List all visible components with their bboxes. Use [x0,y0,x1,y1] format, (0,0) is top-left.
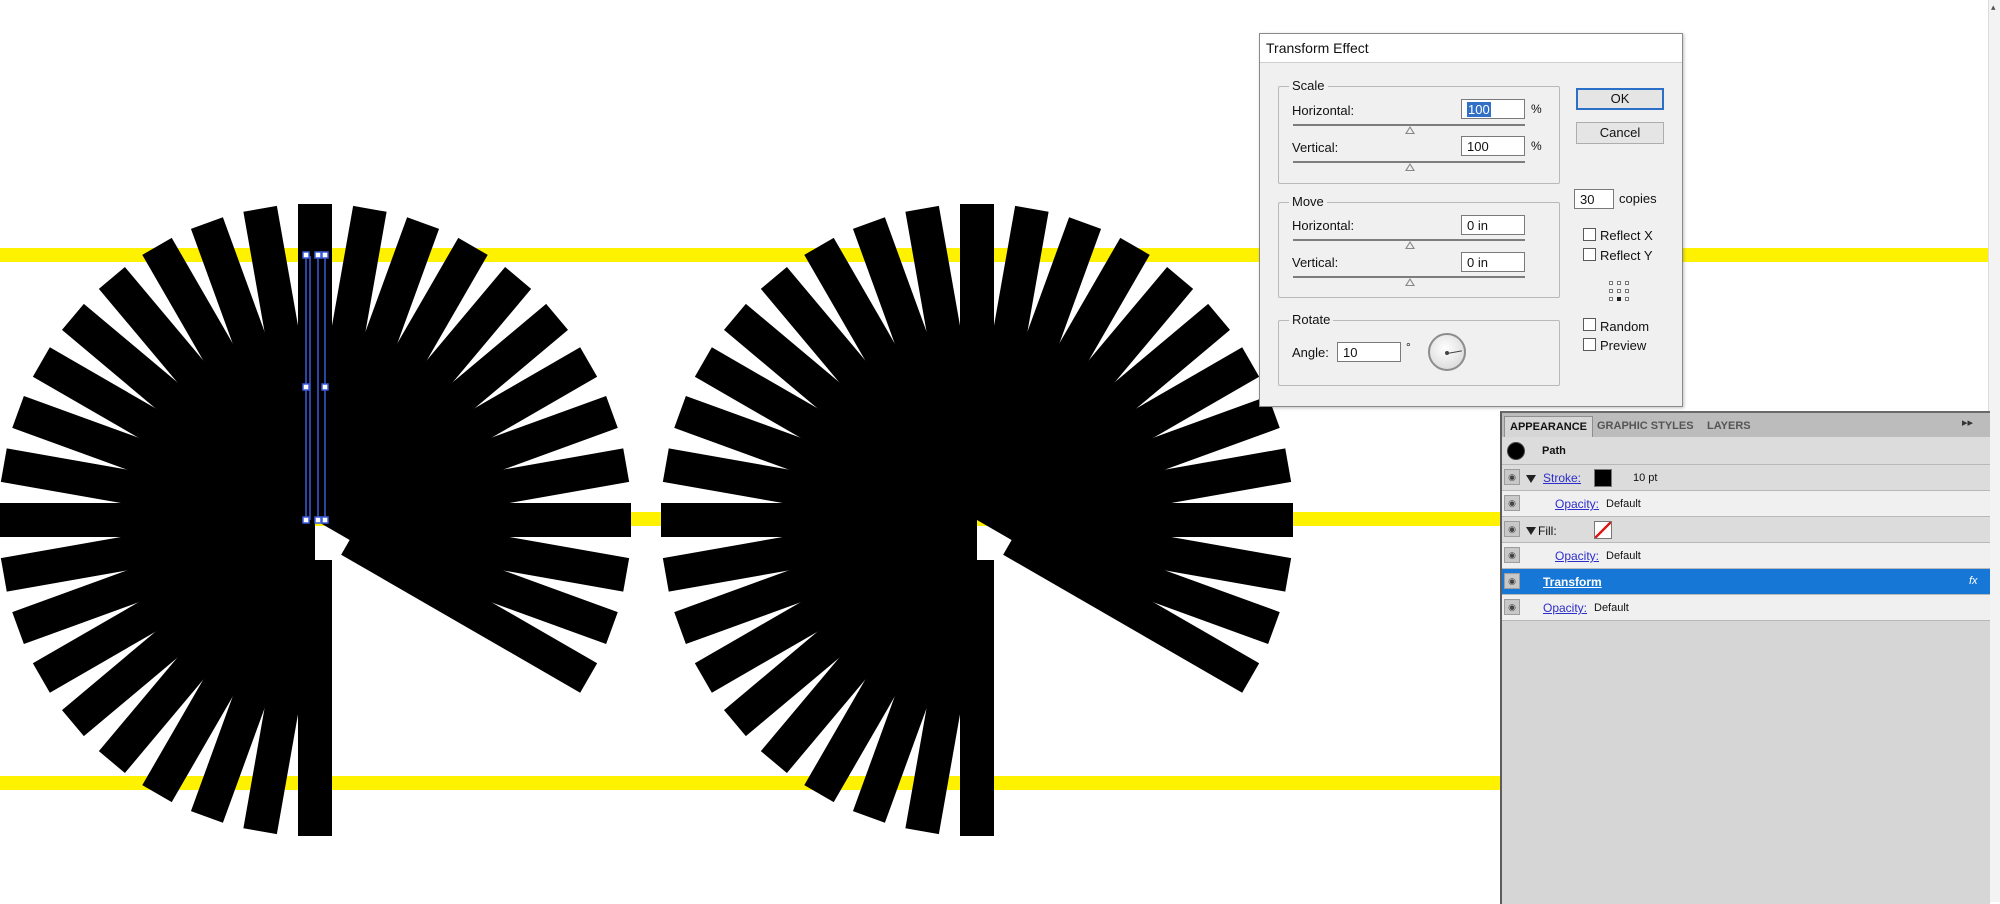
random-label[interactable]: Random [1600,319,1649,334]
tab-graphic-styles[interactable]: GRAPHIC STYLES [1592,416,1699,436]
fill-none-swatch-icon[interactable] [1594,521,1612,539]
scale-vertical-label: Vertical: [1292,140,1339,155]
scale-vertical-slider-thumb[interactable] [1405,163,1415,171]
preview-rays-shape[interactable] [661,204,1293,836]
random-checkbox[interactable] [1583,318,1596,331]
reflect-x-label[interactable]: Reflect X [1600,228,1653,243]
scale-horizontal-slider-thumb[interactable] [1405,126,1415,134]
move-group: Move Horizontal: 0 in Vertical: 0 in [1278,194,1560,298]
stroke-opacity-visibility-eye-icon[interactable]: ◉ [1504,495,1520,511]
rotate-legend: Rotate [1289,312,1334,327]
scroll-up-icon[interactable]: ▴ [1991,2,1996,13]
scale-group: Scale Horizontal: 100 % Vertical: 100 % [1278,78,1560,184]
stroke-weight-value[interactable]: 10 pt [1633,472,1657,484]
transform-effect-link[interactable]: Transform [1543,575,1602,589]
tab-layers[interactable]: LAYERS [1702,416,1756,436]
transform-effect-dialog: Transform Effect Scale Horizontal: 100 %… [1259,33,1683,407]
rotate-angle-dial-icon[interactable] [1428,333,1466,371]
move-vertical-label: Vertical: [1292,255,1339,270]
stroke-visibility-eye-icon[interactable]: ◉ [1504,469,1520,485]
fill-opacity-link[interactable]: Opacity: [1555,549,1599,563]
stroke-opacity-row[interactable]: ◉ Opacity: Default [1502,491,1990,517]
scale-horizontal-label: Horizontal: [1292,103,1355,118]
object-thumbnail-icon [1507,442,1525,460]
scale-horizontal-input[interactable]: 100 [1461,99,1525,119]
tab-appearance[interactable]: APPEARANCE [1504,416,1594,437]
reference-point-locator-icon[interactable] [1609,281,1631,303]
object-opacity-visibility-eye-icon[interactable]: ◉ [1504,599,1520,615]
copies-label: copies [1619,191,1657,206]
cancel-button[interactable]: Cancel [1576,122,1664,144]
rotate-angle-input[interactable]: 10 [1337,342,1401,362]
move-horizontal-label: Horizontal: [1292,218,1355,233]
move-vertical-input[interactable]: 0 in [1461,252,1525,272]
ok-button[interactable]: OK [1576,88,1664,110]
fill-expand-triangle-icon[interactable] [1526,527,1536,535]
appearance-panel: APPEARANCE GRAPHIC STYLES LAYERS ▸▸ Path… [1500,411,1990,904]
fill-opacity-value: Default [1606,550,1641,562]
transform-effect-row[interactable]: ◉ Transform fx [1502,569,1990,595]
move-vertical-slider-thumb[interactable] [1405,278,1415,286]
stroke-opacity-link[interactable]: Opacity: [1555,497,1599,511]
scale-horizontal-unit: % [1531,102,1542,116]
guide-line-top-right [1681,248,1988,262]
panel-tab-bar: APPEARANCE GRAPHIC STYLES LAYERS ▸▸ [1502,413,1990,438]
scale-vertical-input[interactable]: 100 [1461,136,1525,156]
fill-opacity-row[interactable]: ◉ Opacity: Default [1502,543,1990,569]
object-opacity-link[interactable]: Opacity: [1543,601,1587,615]
object-opacity-row[interactable]: ◉ Opacity: Default [1502,595,1990,621]
rotate-angle-label: Angle: [1292,345,1329,360]
stroke-row[interactable]: ◉ Stroke: 10 pt [1502,465,1990,491]
fill-visibility-eye-icon[interactable]: ◉ [1504,521,1520,537]
fill-label[interactable]: Fill: [1538,524,1557,538]
reflect-y-checkbox[interactable] [1583,248,1596,261]
scale-legend: Scale [1289,78,1328,93]
rotate-degree-symbol: ° [1406,340,1411,354]
object-opacity-value: Default [1594,602,1629,614]
preview-label[interactable]: Preview [1600,338,1646,353]
fx-effect-icon[interactable]: fx [1969,575,1978,587]
dialog-titlebar[interactable]: Transform Effect [1260,34,1682,63]
object-type-label: Path [1542,445,1566,457]
move-legend: Move [1289,194,1327,209]
stroke-opacity-value: Default [1606,498,1641,510]
move-horizontal-input[interactable]: 0 in [1461,215,1525,235]
move-horizontal-slider-thumb[interactable] [1405,241,1415,249]
stroke-color-swatch[interactable] [1594,469,1612,487]
fill-opacity-visibility-eye-icon[interactable]: ◉ [1504,547,1520,563]
copies-input[interactable]: 30 [1574,189,1614,209]
wheel-core [897,440,1057,600]
dialog-title: Transform Effect [1266,40,1369,56]
reflect-y-label[interactable]: Reflect Y [1600,248,1653,263]
stroke-link[interactable]: Stroke: [1543,471,1581,485]
rotate-group: Rotate Angle: 10 ° [1278,312,1560,386]
reflect-x-checkbox[interactable] [1583,228,1596,241]
object-row[interactable]: Path [1502,437,1990,465]
fill-row[interactable]: ◉ Fill: [1502,517,1990,543]
stroke-expand-triangle-icon[interactable] [1526,475,1536,483]
transform-visibility-eye-icon[interactable]: ◉ [1504,573,1520,589]
collapse-panel-icon[interactable]: ▸▸ [1962,416,1973,429]
scale-vertical-unit: % [1531,139,1542,153]
preview-checkbox[interactable] [1583,338,1596,351]
